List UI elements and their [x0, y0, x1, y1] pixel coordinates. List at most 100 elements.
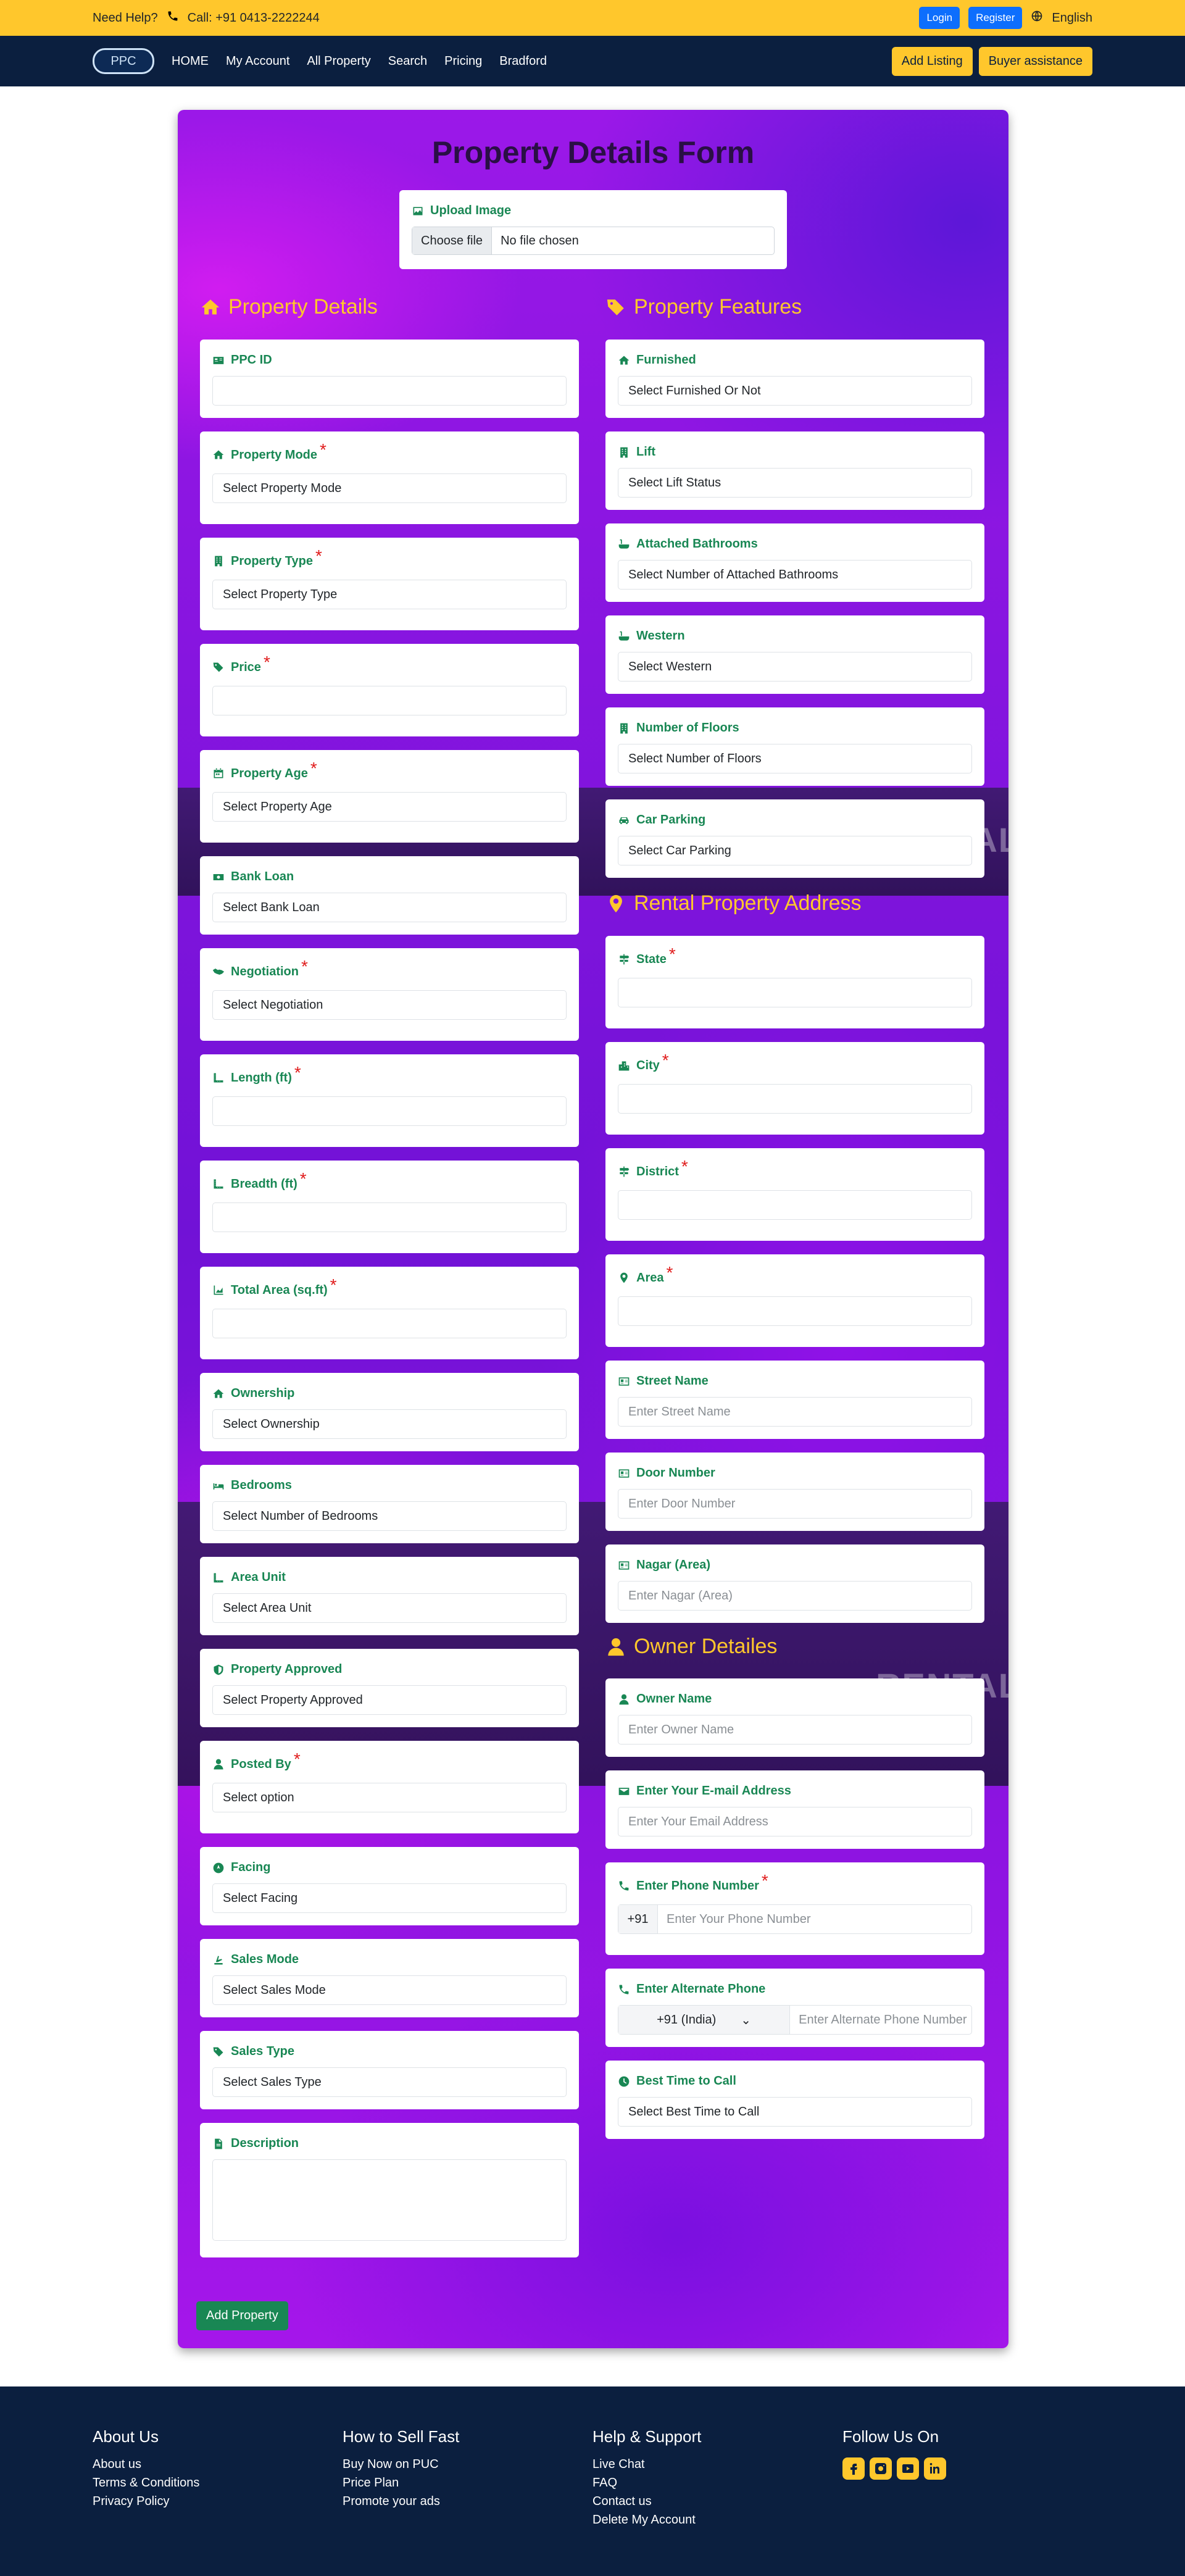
- nav-home[interactable]: HOME: [172, 54, 209, 69]
- map-marker-icon: [610, 894, 622, 912]
- phone-input[interactable]: Enter Your Phone Number: [658, 1912, 820, 1927]
- field-label: Furnished: [618, 353, 972, 367]
- footer-link[interactable]: Live Chat: [592, 2457, 842, 2472]
- number-of-floors-select[interactable]: Select Number of Floors: [618, 744, 972, 773]
- card-negotiation: Negotiation * Select Negotiation: [200, 948, 579, 1041]
- district-input[interactable]: [618, 1190, 972, 1220]
- owner-name-input[interactable]: Enter Owner Name: [618, 1715, 972, 1744]
- price-input[interactable]: [212, 686, 567, 715]
- footer-link[interactable]: Buy Now on PUC: [343, 2457, 592, 2472]
- signpost-icon: [620, 1166, 630, 1177]
- property-age-input[interactable]: Select Property Age: [212, 792, 567, 822]
- email-input[interactable]: Enter Your Email Address: [618, 1807, 972, 1836]
- footer-link[interactable]: Promote your ads: [343, 2495, 592, 2509]
- door-number-input[interactable]: Enter Door Number: [618, 1489, 972, 1519]
- phone-icon: [619, 1985, 629, 1994]
- field-label: Attached Bathrooms: [618, 537, 972, 551]
- card-bank-loan: Bank Loan Select Bank Loan: [200, 856, 579, 935]
- posted-by-input[interactable]: Select option: [212, 1783, 567, 1812]
- footer-link[interactable]: FAQ: [592, 2476, 842, 2490]
- field-label: City *: [618, 1051, 972, 1075]
- ownership-input[interactable]: Select Ownership: [212, 1409, 567, 1439]
- furnished-select[interactable]: Select Furnished Or Not: [618, 376, 972, 406]
- field-label: Number of Floors: [618, 721, 972, 735]
- property-mode-input[interactable]: Select Property Mode: [212, 473, 567, 503]
- alt-phone-input[interactable]: Enter Alternate Phone Number: [790, 2013, 971, 2027]
- description-input[interactable]: [212, 2159, 567, 2241]
- owner-details-heading: Owner Detailes: [605, 1635, 777, 1659]
- file-input[interactable]: Choose file No file chosen: [412, 227, 775, 255]
- card-attached-bathrooms: Attached Bathrooms Select Number of Attac…: [605, 523, 984, 602]
- language-selector[interactable]: English: [1052, 11, 1092, 25]
- card-ppc-id: PPC ID: [200, 340, 579, 418]
- add-listing-button[interactable]: Add Listing: [891, 46, 973, 76]
- lift-select[interactable]: Select Lift Status: [618, 468, 972, 498]
- western-select[interactable]: Select Western: [618, 652, 972, 682]
- tag-icon: [213, 662, 223, 672]
- footer-link[interactable]: Terms & Conditions: [93, 2476, 343, 2490]
- facing-input[interactable]: Select Facing: [212, 1883, 567, 1913]
- card-best-time: Best Time to Call Select Best Time to Cal…: [605, 2061, 984, 2139]
- footer-link[interactable]: Delete My Account: [592, 2513, 842, 2527]
- footer-link[interactable]: Privacy Policy: [93, 2495, 343, 2509]
- buyer-assistance-button[interactable]: Buyer assistance: [978, 46, 1092, 76]
- card-lift: Lift Select Lift Status: [605, 431, 984, 510]
- city-input[interactable]: [618, 1084, 972, 1114]
- breadth-ft-input[interactable]: [212, 1203, 567, 1232]
- sales-type-input[interactable]: Select Sales Type: [212, 2067, 567, 2097]
- street-name-input[interactable]: Enter Street Name: [618, 1397, 972, 1427]
- card-nagar-area: Nagar (Area) Enter Nagar (Area): [605, 1544, 984, 1623]
- site-logo[interactable]: PPC: [93, 48, 154, 74]
- nav-my-account[interactable]: My Account: [226, 54, 289, 69]
- facebook-icon[interactable]: [842, 2457, 865, 2480]
- area-input[interactable]: [618, 1296, 972, 1326]
- nav-pricing[interactable]: Pricing: [444, 54, 482, 69]
- nav-all-property[interactable]: All Property: [307, 54, 370, 69]
- phone-country-code: +91: [618, 1905, 658, 1933]
- phone-icon: [619, 1881, 629, 1891]
- card-ownership: Ownership Select Ownership: [200, 1373, 579, 1451]
- best-time-select[interactable]: Select Best Time to Call: [618, 2097, 972, 2127]
- bank-loan-input[interactable]: Select Bank Loan: [212, 893, 567, 922]
- required-asterisk: *: [310, 759, 317, 778]
- nagar-area-input[interactable]: Enter Nagar (Area): [618, 1581, 972, 1611]
- upload-image-card: Upload Image Choose file No file chosen: [399, 190, 787, 269]
- hand-icon: [214, 1955, 223, 1964]
- address-card-icon: [618, 1469, 630, 1478]
- ruler-icon: [214, 1573, 223, 1582]
- length-ft-input[interactable]: [212, 1096, 567, 1126]
- call-text[interactable]: Call: +91 0413-2222244: [188, 11, 320, 25]
- tags-icon: [607, 299, 624, 315]
- instagram-icon[interactable]: [870, 2457, 892, 2480]
- sales-mode-input[interactable]: Select Sales Mode: [212, 1975, 567, 2005]
- footer-link[interactable]: About us: [93, 2457, 343, 2472]
- phone-input-group: +91 Enter Your Phone Number: [618, 1904, 972, 1934]
- bedrooms-input[interactable]: Select Number of Bedrooms: [212, 1501, 567, 1531]
- ppc-id-input[interactable]: [212, 376, 567, 406]
- footer-link[interactable]: Price Plan: [343, 2476, 592, 2490]
- building-icon: [620, 447, 628, 457]
- choose-file-button[interactable]: Choose file: [412, 227, 493, 254]
- property-approved-input[interactable]: Select Property Approved: [212, 1685, 567, 1715]
- country-code-select[interactable]: +91 (India) ⌄: [618, 2006, 791, 2034]
- footer-link[interactable]: Contact us: [592, 2495, 842, 2509]
- youtube-icon[interactable]: [897, 2457, 919, 2480]
- login-button[interactable]: Login: [919, 7, 960, 29]
- card-phone: Enter Phone Number * +91 Enter Your Phone N…: [605, 1862, 984, 1955]
- attached-bathrooms-select[interactable]: Select Number of Attached Bathrooms: [618, 560, 972, 590]
- card-owner-name: Owner Name Enter Owner Name: [605, 1678, 984, 1757]
- globe-icon: [1031, 10, 1043, 26]
- linkedin-icon[interactable]: [924, 2457, 946, 2480]
- nav-search[interactable]: Search: [388, 54, 427, 69]
- area-unit-input[interactable]: Select Area Unit: [212, 1593, 567, 1623]
- register-button[interactable]: Register: [968, 7, 1023, 29]
- need-help-text: Need Help?: [93, 10, 158, 25]
- add-property-button[interactable]: Add Property: [196, 2301, 288, 2330]
- nav-bradford[interactable]: Bradford: [499, 54, 547, 69]
- required-asterisk: *: [301, 957, 308, 976]
- total-area-sq-ft-input[interactable]: [212, 1309, 567, 1338]
- state-input[interactable]: [618, 978, 972, 1007]
- negotiation-input[interactable]: Select Negotiation: [212, 990, 567, 1020]
- property-type-input[interactable]: Select Property Type: [212, 580, 567, 609]
- car-parking-select[interactable]: Select Car Parking: [618, 836, 972, 865]
